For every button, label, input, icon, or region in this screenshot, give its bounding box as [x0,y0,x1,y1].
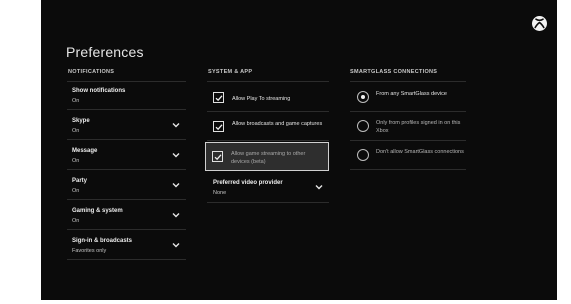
setting-value: On [72,128,80,134]
checkmark-icon [215,124,223,131]
setting-label: Gaming & system [72,208,123,214]
checkbox-label: Allow broadcasts and game captures [232,121,323,127]
radio-button[interactable] [357,149,369,161]
notification-party[interactable]: Party On [67,172,186,200]
xbox-logo-icon [532,16,547,31]
radio-label: From any SmartGlass device [376,91,447,97]
radio-button[interactable] [357,120,369,132]
checkbox-label: Allow Play To streaming [232,96,291,102]
setting-value: On [72,218,80,224]
radio-profiles-signed-in[interactable]: Only from profiles signed in on this Xbo… [350,113,466,141]
chevron-down-icon [172,213,180,218]
checkbox-broadcasts-captures[interactable]: Allow broadcasts and game captures [207,113,329,141]
setting-label: Party [72,178,88,184]
setting-label: Show notifications [72,88,126,94]
setting-value: On [72,188,80,194]
notification-show-notifications[interactable]: Show notifications On [67,82,186,110]
setting-label: Message [72,148,98,154]
chevron-down-icon [172,123,180,128]
notifications-header: NOTIFICATIONS [68,69,115,75]
setting-label: Skype [72,118,90,124]
setting-label: Sign-in & broadcasts [72,238,133,244]
chevron-down-icon [315,185,323,190]
checkbox-game-streaming[interactable]: Allow game streaming to other devices (b… [205,142,329,171]
notification-sign-in-broadcasts[interactable]: Sign-in & broadcasts Favorites only [67,232,186,260]
xbox-settings-screen: Preferences NOTIFICATIONS SYSTEM & APP S… [41,0,557,300]
chevron-down-icon [172,183,180,188]
notification-skype[interactable]: Skype On [67,112,186,140]
divider [350,81,466,82]
checkmark-icon [215,95,223,102]
chevron-down-icon [172,153,180,158]
checkbox-label: Allow game streaming to other devices (b… [231,151,306,165]
radio-label: Don't allow SmartGlass connections [376,149,464,155]
page-title: Preferences [66,44,144,60]
radio-any-smartglass[interactable]: From any SmartGlass device [350,84,466,112]
radio-label: Only from profiles signed in on this Xbo… [376,120,461,134]
system-app-header: SYSTEM & APP [208,69,253,75]
setting-label: Preferred video provider [213,180,283,186]
notification-message[interactable]: Message On [67,142,186,170]
divider [207,81,329,82]
setting-value: None [213,190,227,196]
setting-value: On [72,98,80,104]
checkbox[interactable] [212,151,223,162]
checkbox[interactable] [213,92,224,103]
setting-value: Favorites only [72,248,107,254]
checkbox-play-to-streaming[interactable]: Allow Play To streaming [207,84,329,112]
radio-dont-allow[interactable]: Don't allow SmartGlass connections [350,142,466,170]
preferred-video-provider-dropdown[interactable]: Preferred video provider None [207,178,329,203]
setting-value: On [72,158,80,164]
smartglass-header: SMARTGLASS CONNECTIONS [350,69,438,75]
checkmark-icon [214,154,222,161]
notification-gaming-system[interactable]: Gaming & system On [67,202,186,230]
chevron-down-icon [172,243,180,248]
radio-button[interactable] [357,91,369,103]
checkbox[interactable] [213,121,224,132]
